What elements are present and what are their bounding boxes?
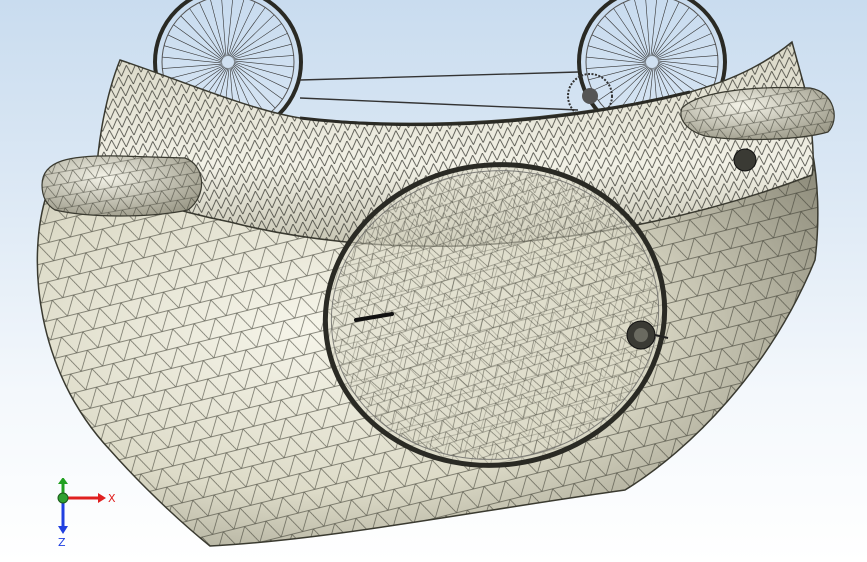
wheel-spoke (173, 24, 223, 61)
left-pod[interactable] (41, 155, 203, 217)
wheel-spoke (233, 61, 293, 79)
wheel-spoke (657, 61, 717, 79)
wheel-spoke (587, 45, 647, 63)
model-render[interactable] (0, 0, 867, 562)
mount-bolt (733, 148, 757, 172)
chain-line (299, 71, 579, 111)
3d-model-viewport[interactable]: X Z (0, 0, 867, 562)
wheel-spoke (233, 60, 294, 68)
wheel-spoke (233, 55, 294, 61)
z-axis-label: Z (58, 536, 66, 548)
y-axis-arrowhead (58, 478, 68, 484)
wheel-spoke (657, 60, 718, 68)
wheel-spoke (162, 56, 223, 64)
z-axis-arrowhead (58, 526, 68, 534)
wheel-spoke (221, 0, 227, 57)
wheel-spoke (167, 34, 223, 62)
axis-triad: X Z (57, 478, 116, 548)
wheel-spoke (231, 23, 282, 58)
wheel-spoke (657, 55, 718, 61)
wheel-spoke (228, 1, 256, 57)
wheel-spoke (652, 1, 680, 57)
wheel-spoke (199, 2, 225, 58)
wheel-spoke (613, 8, 648, 59)
wheel-spoke (226, 0, 233, 57)
wheel-spoke (653, 7, 690, 57)
wheel-spoke (586, 63, 647, 69)
wheel-spoke (229, 7, 266, 57)
wheel-spoke (233, 63, 283, 100)
wheel-spoke (623, 2, 649, 58)
wheel-spoke (650, 0, 657, 57)
wheel-spoke (586, 56, 647, 64)
wheel-spoke (163, 45, 223, 63)
x-axis-label: X (108, 492, 116, 505)
wheel-spoke (598, 66, 649, 101)
wheel-spoke (655, 23, 706, 58)
wheel-spoke (232, 33, 288, 59)
wheel-spoke (591, 34, 647, 62)
wheel-spoke (597, 24, 647, 61)
wheel-spoke (189, 8, 224, 59)
wheel-spoke (162, 63, 223, 69)
wheel-spoke (233, 62, 289, 90)
wheel-spoke (592, 65, 648, 91)
wheel-spoke (645, 0, 651, 57)
triad-origin (57, 492, 69, 504)
wheel-spoke (657, 62, 713, 90)
wheel-spoke (656, 33, 712, 59)
x-axis-arrowhead (98, 493, 106, 503)
